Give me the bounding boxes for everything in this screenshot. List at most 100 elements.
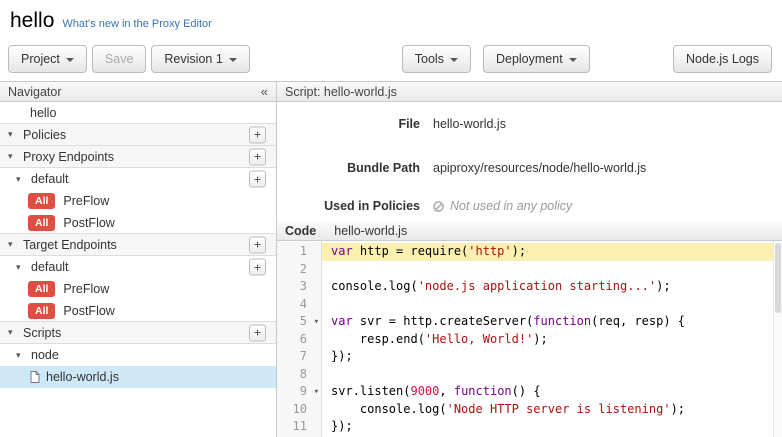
add-target-endpoint-button[interactable]: + <box>249 236 266 253</box>
toolbar: Project Save Revision 1 Tools Deployment… <box>0 41 782 81</box>
section-target-endpoints[interactable]: ▾ Target Endpoints + <box>0 233 276 256</box>
item-proxy-preflow[interactable]: All PreFlow <box>0 190 276 212</box>
disclosure-triangle-icon[interactable]: ▾ <box>16 350 25 361</box>
proxy-editor-app: hello What's new in the Proxy Editor Pro… <box>0 0 782 437</box>
flow-scope-badge: All <box>28 303 55 319</box>
editor-scrollbar[interactable] <box>773 241 782 437</box>
navigator-tree: hello ▾ Policies + ▾ Proxy Endpoints + ▾… <box>0 102 276 437</box>
flow-scope-badge: All <box>28 193 55 209</box>
whats-new-link[interactable]: What's new in the Proxy Editor <box>62 18 211 30</box>
page-header: hello What's new in the Proxy Editor <box>0 0 782 41</box>
section-scripts[interactable]: ▾ Scripts + <box>0 321 276 344</box>
fold-toggle-icon[interactable]: ▾ <box>314 314 319 332</box>
add-proxy-flow-button[interactable]: + <box>249 171 266 188</box>
tree-item-label: PreFlow <box>63 282 109 296</box>
section-label: Scripts <box>23 326 61 340</box>
code-line[interactable] <box>322 296 782 314</box>
add-policy-button[interactable]: + <box>249 126 266 143</box>
line-number: 2 <box>300 262 307 276</box>
main-panel: Script: hello-world.js File hello-world.… <box>277 82 782 437</box>
code-line[interactable] <box>322 261 782 279</box>
nodejs-logs-button[interactable]: Node.js Logs <box>673 45 772 73</box>
code-line[interactable]: console.log('node.js application startin… <box>322 278 782 296</box>
script-details: File hello-world.js Bundle Path apiproxy… <box>277 102 782 222</box>
caret-down-icon <box>450 58 458 62</box>
tree-item-label: PreFlow <box>63 194 109 208</box>
disclosure-triangle-icon[interactable]: ▾ <box>8 327 17 338</box>
line-number: 8 <box>300 367 307 381</box>
code-line[interactable] <box>322 366 782 384</box>
code-line[interactable]: var http = require('http'); <box>322 243 782 261</box>
section-label: Target Endpoints <box>23 238 117 252</box>
collapse-panel-icon[interactable]: « <box>261 85 268 98</box>
disclosure-triangle-icon[interactable]: ▾ <box>8 151 17 162</box>
content-area: Navigator « hello ▾ Policies + ▾ Proxy E… <box>0 81 782 437</box>
section-policies[interactable]: ▾ Policies + <box>0 123 276 146</box>
section-label: Policies <box>23 128 66 142</box>
add-script-button[interactable]: + <box>249 324 266 341</box>
not-used-icon <box>433 201 444 212</box>
caret-down-icon <box>229 58 237 62</box>
script-panel-title: Script: hello-world.js <box>285 85 397 99</box>
project-button-label: Project <box>21 52 60 66</box>
line-number: 10 <box>293 402 307 416</box>
code-line[interactable]: svr.listen(9000, function() { <box>322 383 782 401</box>
scrollbar-thumb[interactable] <box>775 243 781 313</box>
item-proxy-postflow[interactable]: All PostFlow <box>0 212 276 234</box>
fold-toggle-icon[interactable]: ▾ <box>314 384 319 402</box>
save-button-label: Save <box>105 52 134 66</box>
section-proxy-endpoints[interactable]: ▾ Proxy Endpoints + <box>0 145 276 168</box>
line-number: 1 <box>300 244 307 258</box>
sidebar-item-hello[interactable]: hello <box>0 102 276 124</box>
line-number: 9 <box>300 384 307 398</box>
add-target-flow-button[interactable]: + <box>249 259 266 276</box>
revision-button[interactable]: Revision 1 <box>151 45 249 73</box>
save-button[interactable]: Save <box>92 45 147 73</box>
line-number: 4 <box>300 297 307 311</box>
deployment-button-label: Deployment <box>496 52 563 66</box>
disclosure-triangle-icon[interactable]: ▾ <box>8 239 17 250</box>
project-button[interactable]: Project <box>8 45 87 73</box>
tree-item-label: PostFlow <box>63 304 114 318</box>
tree-item-label: PostFlow <box>63 216 114 230</box>
field-label: Bundle Path <box>277 161 420 175</box>
line-number: 5 <box>300 314 307 328</box>
item-node-folder[interactable]: ▾ node <box>0 344 276 366</box>
code-line[interactable]: }); <box>322 348 782 366</box>
item-proxy-default[interactable]: ▾ default + <box>0 168 276 190</box>
item-target-postflow[interactable]: All PostFlow <box>0 300 276 322</box>
code-line[interactable]: console.log('Node HTTP server is listeni… <box>322 401 782 419</box>
script-panel-header: Script: hello-world.js <box>277 82 782 102</box>
item-target-default[interactable]: ▾ default + <box>0 256 276 278</box>
disclosure-triangle-icon[interactable]: ▾ <box>8 129 17 140</box>
field-value: hello-world.js <box>433 117 506 131</box>
section-label: Proxy Endpoints <box>23 150 114 164</box>
line-number: 7 <box>300 349 307 363</box>
field-label: File <box>277 117 420 131</box>
caret-down-icon <box>569 58 577 62</box>
code-line[interactable]: resp.end('Hello, World!'); <box>322 331 782 349</box>
tree-item-label: hello <box>30 106 56 120</box>
nodejs-logs-button-label: Node.js Logs <box>686 52 759 66</box>
tree-item-label: default <box>31 172 69 186</box>
flow-scope-badge: All <box>28 215 55 231</box>
line-number: 3 <box>300 279 307 293</box>
code-panel-header: Code hello-world.js <box>277 222 782 241</box>
tree-item-label: hello-world.js <box>46 370 119 384</box>
caret-down-icon <box>66 58 74 62</box>
code-line[interactable]: }); <box>322 418 782 436</box>
disclosure-triangle-icon[interactable]: ▾ <box>16 262 25 273</box>
item-hello-world-file[interactable]: hello-world.js <box>0 366 276 388</box>
tools-button[interactable]: Tools <box>402 45 471 73</box>
add-proxy-endpoint-button[interactable]: + <box>249 148 266 165</box>
code-line[interactable]: var svr = http.createServer(function(req… <box>322 313 782 331</box>
disclosure-triangle-icon[interactable]: ▾ <box>16 174 25 185</box>
item-target-preflow[interactable]: All PreFlow <box>0 278 276 300</box>
tools-button-label: Tools <box>415 52 444 66</box>
editor-code-lines[interactable]: var http = require('http'); console.log('… <box>322 241 782 437</box>
revision-button-label: Revision 1 <box>164 52 222 66</box>
code-editor[interactable]: 12345▾6789▾1011 var http = require('http… <box>277 241 782 437</box>
deployment-button[interactable]: Deployment <box>483 45 590 73</box>
flow-scope-badge: All <box>28 281 55 297</box>
navigator-panel: Navigator « hello ▾ Policies + ▾ Proxy E… <box>0 82 277 437</box>
